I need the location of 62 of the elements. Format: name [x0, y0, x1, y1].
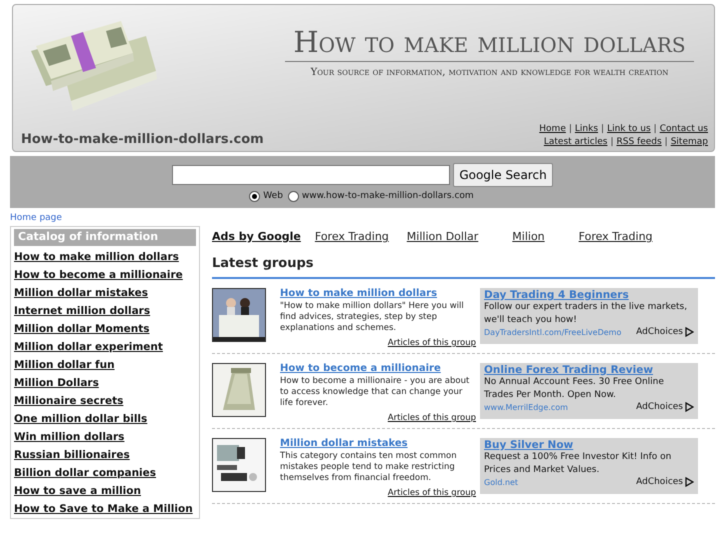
ad-text: No Annual Account Fees. 30 Free Online Trades Per Month. Open Now. — [484, 376, 665, 402]
sidebar-link[interactable]: Win million dollars — [14, 430, 196, 444]
ads-label[interactable]: Ads by Google — [212, 230, 301, 243]
play-triangle-icon — [685, 402, 694, 412]
group-description: This category contains ten most common mistakes people tend to make restricting themselves from financial freedom. — [280, 451, 458, 484]
play-triangle-icon — [685, 327, 694, 337]
ad-link[interactable]: Million Dollar — [406, 230, 478, 243]
nav-link[interactable]: Contact us — [660, 124, 708, 134]
separator: | — [610, 137, 614, 147]
sidebar-link[interactable]: Millionaire secrets — [14, 394, 196, 408]
sidebar-link[interactable]: Million dollar Moments — [14, 322, 196, 336]
sidebar-link[interactable]: How to Save to Make a Million — [14, 502, 196, 516]
nav-link[interactable]: Link to us — [607, 124, 651, 134]
separator: | — [664, 137, 668, 147]
ad-link[interactable]: Milion — [512, 230, 545, 243]
sidebar-link[interactable]: Internet million dollars — [14, 304, 196, 318]
group-title-link[interactable]: How to make million dollars — [280, 288, 476, 299]
nav-link[interactable]: RSS feeds — [616, 137, 662, 147]
nav-link[interactable]: Sitemap — [670, 137, 708, 147]
sidebar-link[interactable]: How to make million dollars — [14, 250, 196, 264]
radio-button[interactable] — [249, 190, 260, 202]
sidebar-link[interactable]: Million dollar mistakes — [14, 286, 196, 300]
articles-link[interactable]: Articles of this group — [388, 334, 476, 348]
sidebar-link[interactable]: One million dollar bills — [14, 412, 196, 426]
search-field[interactable] — [172, 164, 450, 184]
separator: | — [601, 124, 604, 134]
adchoices-link[interactable]: AdChoices — [636, 402, 694, 412]
ad-link[interactable]: Forex Trading — [578, 230, 653, 243]
sidebar-link[interactable]: Million Dollars — [14, 376, 196, 390]
play-triangle-icon — [685, 477, 694, 487]
nav-link[interactable]: Home — [539, 124, 566, 134]
nav-link[interactable]: Links — [574, 124, 598, 134]
adchoices-link[interactable]: AdChoices — [636, 327, 694, 337]
sidebar-link[interactable]: Million dollar experiment — [14, 340, 196, 354]
ad-text: Request a 100% Free Investor Kit! Info on Prices and Market Values. — [484, 451, 672, 477]
section-heading: Latest groups — [212, 256, 715, 279]
radio-label: www.how-to-make-million-dollars.com — [302, 191, 474, 201]
separator: | — [654, 124, 657, 134]
group-description: "How to make million dollars" Here you will find advices, strategies, step by step explanations and schemes. — [280, 301, 465, 334]
search-button[interactable]: Google Search — [453, 162, 553, 186]
ad-link[interactable]: Forex Trading — [314, 230, 389, 243]
group-title-link[interactable]: How to become a millionaire — [280, 363, 476, 374]
sidebar-link[interactable]: How to save a million — [14, 484, 196, 498]
site-tagline: Your source of information, motivation and knowledge for wealth creation — [310, 67, 668, 78]
group-title-link[interactable]: Million dollar mistakes — [280, 438, 476, 449]
group-description: How to become a millionaire - you are about to access knowledge that can change your life forever. — [280, 376, 470, 409]
articles-link[interactable]: Articles of this group — [388, 484, 476, 498]
radio-label: Web — [263, 191, 283, 201]
ad-text: Follow our expert traders in the live markets, we'll teach you how! — [484, 301, 688, 327]
articles-link[interactable]: Articles of this group — [388, 409, 476, 423]
nav-link[interactable]: Latest articles — [544, 137, 608, 147]
site-domain: How-to-make-million-dollars.com — [21, 132, 265, 147]
adchoices-link[interactable]: AdChoices — [636, 477, 694, 487]
radio-button[interactable] — [288, 190, 299, 202]
sidebar-link[interactable]: Million dollar fun — [14, 358, 196, 372]
sidebar-link[interactable]: How to become a millionaire — [14, 268, 196, 282]
sidebar-heading: Catalog of information — [14, 229, 196, 246]
sidebar-link[interactable]: Billion dollar companies — [14, 466, 196, 480]
sidebar-link[interactable]: Russian billionaires — [14, 448, 196, 462]
site-title: How to make million dollars — [285, 25, 694, 62]
breadcrumb-link[interactable]: Home page — [10, 213, 715, 223]
separator: | — [568, 124, 572, 134]
